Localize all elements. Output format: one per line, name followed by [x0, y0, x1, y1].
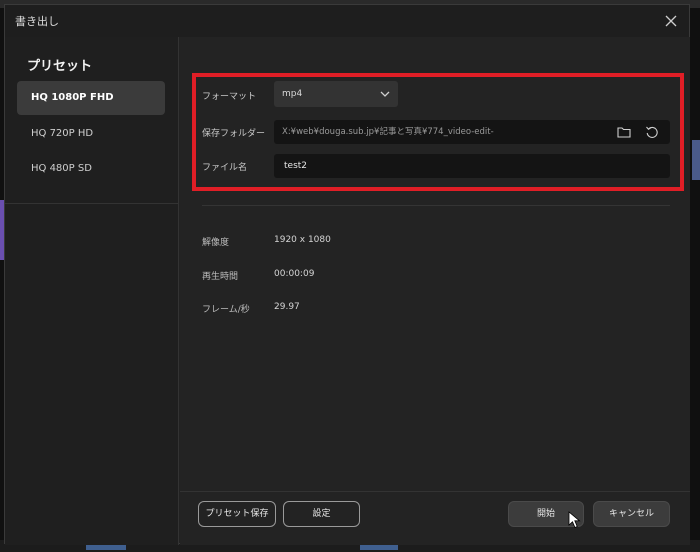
dialog-title: 書き出し [15, 15, 59, 28]
background-thumbnail [692, 140, 700, 180]
reset-icon[interactable] [644, 124, 660, 140]
preset-heading: プリセット [27, 59, 93, 74]
save-preset-button[interactable]: プリセット保存 [198, 501, 276, 527]
close-icon[interactable] [661, 11, 681, 31]
filename-input[interactable]: test2 [274, 154, 670, 178]
preset-item-1080p[interactable]: HQ 1080P FHD [17, 81, 165, 115]
settings-panel: フォーマット mp4 保存フォルダー X:¥web¥douga.sub.jp¥記… [180, 37, 690, 545]
folder-path-field[interactable]: X:¥web¥douga.sub.jp¥記事と写真¥774_video-edit… [274, 120, 670, 144]
preset-item-480p[interactable]: HQ 480P SD [17, 152, 165, 186]
framerate-label: フレーム/秒 [202, 305, 250, 315]
resolution-value: 1920 x 1080 [274, 235, 331, 245]
preset-sidebar: プリセット HQ 1080P FHD HQ 720P HD HQ 480P SD [5, 37, 179, 545]
export-dialog: 書き出し プリセット HQ 1080P FHD HQ 720P HD HQ 48… [4, 4, 690, 545]
format-select[interactable]: mp4 [274, 81, 398, 107]
format-value: mp4 [282, 89, 303, 99]
folder-label: 保存フォルダー [202, 129, 266, 139]
format-label: フォーマット [202, 92, 257, 102]
preset-item-720p[interactable]: HQ 720P HD [17, 117, 165, 151]
duration-label: 再生時間 [202, 272, 239, 282]
settings-button[interactable]: 設定 [283, 501, 360, 527]
filename-label: ファイル名 [202, 163, 248, 173]
chevron-down-icon [380, 91, 390, 97]
dialog-footer: プリセット保存 設定 開始 キャンセル [180, 491, 690, 545]
folder-icon[interactable] [616, 124, 632, 140]
resolution-label: 解像度 [202, 238, 230, 248]
cursor-icon [568, 511, 581, 529]
sidebar-divider [5, 203, 179, 204]
titlebar: 書き出し [5, 5, 689, 37]
cancel-button[interactable]: キャンセル [593, 501, 670, 527]
duration-value: 00:00:09 [274, 269, 315, 279]
section-divider [202, 205, 670, 206]
framerate-value: 29.97 [274, 302, 300, 312]
folder-path-value: X:¥web¥douga.sub.jp¥記事と写真¥774_video-edit… [282, 127, 494, 137]
